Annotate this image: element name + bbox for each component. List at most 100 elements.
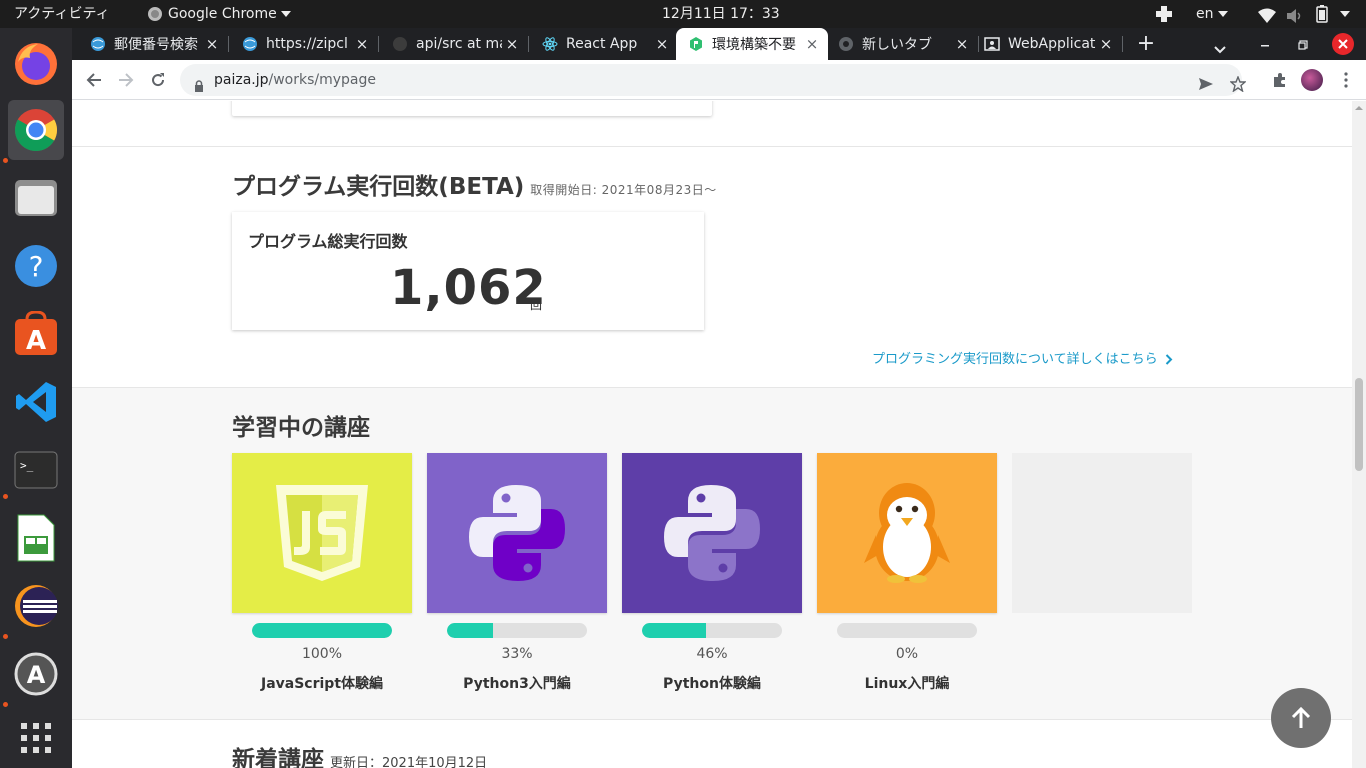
tab-zipcode-search[interactable]: 郵便番号検索 × (72, 28, 228, 60)
tab-close-icon[interactable]: × (952, 35, 972, 53)
help-launcher[interactable]: ? (8, 236, 64, 296)
vscode-launcher[interactable] (8, 372, 64, 432)
app-grid-icon (21, 723, 51, 753)
tab-title: 郵便番号検索 (114, 37, 198, 53)
course-card-linux[interactable]: 0% Linux入門編 (817, 453, 997, 693)
chrome-icon (838, 36, 854, 52)
image-icon (984, 36, 1000, 52)
course-thumbnail[interactable] (232, 453, 412, 613)
svg-text:>_: >_ (20, 459, 34, 472)
react-icon (542, 36, 558, 52)
folder-icon (15, 180, 57, 216)
back-to-top-button[interactable] (1271, 688, 1331, 748)
show-apps-button[interactable] (8, 708, 64, 768)
tab-paiza-active[interactable]: 環境構築不要 × (676, 28, 828, 60)
progress-bar (642, 623, 782, 638)
tab-close-icon[interactable]: × (652, 35, 672, 53)
forward-button[interactable] (112, 66, 140, 94)
volume-icon[interactable] (1286, 6, 1304, 23)
progress-bar (252, 623, 392, 638)
tab-close-icon[interactable]: × (502, 35, 522, 53)
tab-webapplication[interactable]: WebApplicat × (974, 28, 1122, 60)
chrome-launcher[interactable] (8, 100, 64, 160)
course-name[interactable]: Python3入門編 (427, 673, 607, 693)
tab-strip: 郵便番号検索 × https://zipcl × api/src at ma ×… (72, 28, 1366, 60)
tab-close-icon[interactable]: × (352, 35, 372, 53)
tab-title: WebApplicat (1008, 36, 1096, 52)
tab-react-app[interactable]: React App × (524, 28, 678, 60)
software-launcher[interactable]: A (8, 304, 64, 364)
eclipse-icon (15, 585, 58, 627)
course-name[interactable]: Python体験編 (622, 673, 802, 693)
tab-github-api[interactable]: api/src at ma × (374, 28, 528, 60)
language-selector[interactable]: en (1196, 0, 1228, 28)
close-window-button[interactable] (1332, 33, 1354, 55)
address-bar[interactable]: paiza.jp/works/mypage (180, 64, 1247, 96)
avatar (1301, 69, 1323, 91)
new-tab-button[interactable]: + (1134, 31, 1158, 57)
wifi-icon[interactable] (1258, 6, 1276, 23)
tab-new-tab[interactable]: 新しいタブ × (828, 28, 978, 60)
progress-percent: 46% (696, 646, 728, 662)
course-thumbnail[interactable] (427, 453, 607, 613)
firefox-launcher[interactable] (8, 34, 64, 94)
battery-icon[interactable] (1316, 5, 1328, 23)
course-thumbnail[interactable] (622, 453, 802, 613)
tab-divider (1122, 36, 1123, 52)
chevron-right-icon (1165, 354, 1173, 365)
tab-close-icon[interactable]: × (1096, 35, 1116, 53)
send-to-devices-icon[interactable] (1198, 72, 1214, 104)
extensions-button[interactable] (1266, 66, 1294, 94)
software-updater-icon: A (14, 652, 58, 696)
reload-button[interactable] (144, 66, 172, 94)
arrow-right-icon (119, 73, 134, 87)
python-logo-icon (469, 485, 565, 581)
terminal-launcher[interactable]: >_ (8, 440, 64, 500)
course-card-javascript[interactable]: 100% JavaScript体験編 (232, 453, 412, 693)
maximize-button[interactable] (1296, 37, 1310, 56)
course-thumbnail[interactable] (817, 453, 997, 613)
svg-text:A: A (27, 661, 46, 689)
calc-launcher[interactable] (8, 508, 64, 568)
chrome-menu-button[interactable] (1332, 66, 1360, 94)
system-menu-button[interactable] (1336, 0, 1350, 28)
back-button[interactable] (80, 66, 108, 94)
course-card-python-trial[interactable]: 46% Python体験編 (622, 453, 802, 693)
browser-toolbar: paiza.jp/works/mypage (72, 60, 1366, 100)
clock[interactable]: 12月11日 17：33 (662, 0, 780, 28)
puzzle-icon (1274, 73, 1285, 87)
page-scrollbar[interactable] (1352, 101, 1366, 768)
updater-launcher[interactable]: A (8, 644, 64, 704)
app-menu[interactable]: Google Chrome (148, 0, 291, 28)
vscode-icon (16, 382, 56, 422)
files-launcher[interactable] (8, 168, 64, 228)
eclipse-launcher[interactable] (8, 576, 64, 636)
chevron-down-icon (1214, 46, 1226, 54)
profile-button[interactable] (1298, 66, 1326, 94)
tab-search-button[interactable] (1214, 39, 1226, 58)
paiza-icon (688, 36, 704, 52)
accessibility-icon[interactable] (1155, 5, 1173, 23)
tab-zipcloud[interactable]: https://zipcl × (224, 28, 378, 60)
program-runs-detail-link[interactable]: プログラミング実行回数について詳しくはこちら (872, 348, 1173, 367)
run-count-unit: 回 (530, 298, 543, 312)
course-name[interactable]: Linux入門編 (817, 673, 997, 693)
firefox-icon (15, 43, 57, 85)
minimize-button[interactable] (1258, 37, 1272, 56)
course-name[interactable]: JavaScript体験編 (232, 673, 412, 693)
penguin-icon (864, 483, 950, 583)
progress-bar (447, 623, 587, 638)
tab-close-icon[interactable]: × (802, 35, 822, 53)
tab-close-icon[interactable]: × (202, 35, 222, 53)
language-label: en (1196, 6, 1214, 22)
chrome-small-icon (148, 7, 162, 21)
running-indicator (3, 702, 8, 707)
section-subtitle: 取得開始日: 2021年08月23日〜 (530, 183, 717, 197)
scrollbar-thumb[interactable] (1355, 378, 1363, 471)
course-card-python3[interactable]: 33% Python3入門編 (427, 453, 607, 693)
url-path: /works/mypage (268, 72, 377, 88)
activities-button[interactable]: アクティビティ (14, 0, 110, 28)
program-runs-section: プログラム実行回数(BETA) 取得開始日: 2021年08月23日〜 プログラム… (72, 146, 1352, 388)
bookmark-star-icon[interactable] (1229, 72, 1247, 104)
scroll-up-arrow-icon[interactable] (1352, 103, 1366, 113)
